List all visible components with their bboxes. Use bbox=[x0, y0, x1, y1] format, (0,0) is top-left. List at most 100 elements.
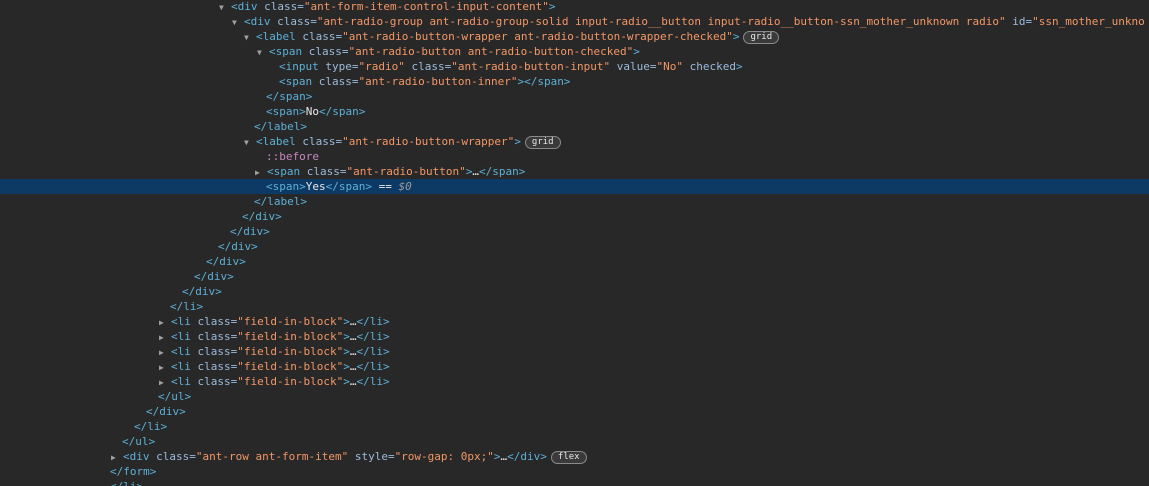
dom-tree-row[interactable]: </li> bbox=[0, 299, 1149, 314]
tag-token: </div> bbox=[206, 255, 246, 268]
attr-value-token: "ant-radio-button" bbox=[346, 165, 466, 178]
tag-token: <label bbox=[256, 135, 303, 148]
expand-triangle-icon[interactable]: ▼ bbox=[257, 45, 269, 60]
attr-name-token: class= bbox=[197, 315, 238, 328]
tag-token: </span> bbox=[478, 165, 526, 178]
tag-token: </div> bbox=[194, 270, 234, 283]
tag-token: <li bbox=[171, 315, 198, 328]
attr-name-token: class= bbox=[197, 345, 238, 358]
dom-tree-row[interactable]: </label> bbox=[0, 194, 1149, 209]
tag-token: </span> bbox=[266, 90, 313, 103]
tag-token: > bbox=[633, 45, 640, 58]
dom-tree-row[interactable]: ▼ <div class="ant-radio-group ant-radio-g… bbox=[0, 14, 1149, 29]
attr-value-token: "No" bbox=[656, 60, 684, 73]
tag-token: </li> bbox=[170, 300, 204, 313]
collapse-triangle-icon[interactable]: ▶ bbox=[159, 345, 171, 360]
dom-tree-row[interactable]: </ul> bbox=[0, 434, 1149, 449]
attr-value-token: "ant-radio-button-inner" bbox=[358, 75, 518, 88]
dom-tree-row[interactable]: </li> bbox=[0, 479, 1149, 486]
collapse-triangle-icon[interactable]: ▶ bbox=[111, 450, 123, 465]
dom-tree-row[interactable]: <input type="radio" class="ant-radio-but… bbox=[0, 59, 1149, 74]
attr-value-token: "field-in-block" bbox=[237, 345, 344, 358]
tag-token: > bbox=[736, 60, 743, 73]
dom-tree-row[interactable]: </span> bbox=[0, 89, 1149, 104]
dom-tree-row[interactable]: </div> bbox=[0, 239, 1149, 254]
tag-token: </div> bbox=[230, 225, 270, 238]
pseudo-element-token: ::before bbox=[266, 150, 319, 163]
dom-tree-row[interactable]: ▶ <li class="field-in-block">…</li> bbox=[0, 344, 1149, 359]
tag-token: <div bbox=[231, 0, 265, 13]
collapse-triangle-icon[interactable]: ▶ bbox=[159, 330, 171, 345]
collapse-triangle-icon[interactable]: ▶ bbox=[159, 315, 171, 330]
tag-token: > bbox=[514, 135, 521, 148]
tag-token: </ul> bbox=[158, 390, 192, 403]
dom-tree-row[interactable]: </ul> bbox=[0, 389, 1149, 404]
flex-badge[interactable]: flex bbox=[550, 451, 587, 464]
attr-name-token: class= bbox=[302, 135, 343, 148]
dom-tree-row[interactable]: </li> bbox=[0, 419, 1149, 434]
tag-token: > bbox=[343, 315, 350, 328]
tag-token: </form> bbox=[110, 465, 157, 478]
attr-name-token: style= bbox=[348, 450, 395, 463]
expand-triangle-icon[interactable]: ▼ bbox=[219, 0, 231, 15]
attr-value-token: "row-gap: 0px;" bbox=[394, 450, 494, 463]
tag-token: <input bbox=[279, 60, 326, 73]
dom-tree-row[interactable]: ▶ <li class="field-in-block">…</li> bbox=[0, 314, 1149, 329]
console-ref-token: $0 bbox=[398, 180, 412, 193]
dom-tree-row[interactable]: <span class="ant-radio-button-inner"></s… bbox=[0, 74, 1149, 89]
dom-tree-row[interactable]: </label> bbox=[0, 119, 1149, 134]
dom-tree-row[interactable]: <span>No</span> bbox=[0, 104, 1149, 119]
tag-token: </ul> bbox=[122, 435, 156, 448]
tag-token: <span bbox=[269, 45, 309, 58]
dom-tree-row[interactable]: ▶ <span class="ant-radio-button">…</span> bbox=[0, 164, 1149, 179]
attr-name-token: class= bbox=[277, 15, 317, 28]
dom-tree-row[interactable]: ▶ <div class="ant-row ant-form-item" styl… bbox=[0, 449, 1149, 464]
dom-tree-row[interactable]: ▶ <li class="field-in-block">…</li> bbox=[0, 329, 1149, 344]
dom-tree-row[interactable]: </div> bbox=[0, 284, 1149, 299]
tag-token: </li> bbox=[356, 330, 390, 343]
collapse-triangle-icon[interactable]: ▶ bbox=[159, 375, 171, 390]
tag-token: </li> bbox=[356, 315, 390, 328]
attr-value-token: "ant-radio-group ant-radio-group-solid i… bbox=[316, 15, 1006, 28]
attr-name-token: value= bbox=[610, 60, 657, 73]
attr-name-token: class= bbox=[404, 60, 452, 73]
tag-token: </label> bbox=[254, 120, 307, 133]
dom-tree-row[interactable]: ::before bbox=[0, 149, 1149, 164]
dom-tree-row[interactable]: </div> bbox=[0, 404, 1149, 419]
dom-tree-row[interactable]: </div> bbox=[0, 269, 1149, 284]
collapse-triangle-icon[interactable]: ▶ bbox=[255, 165, 267, 180]
dom-tree-row[interactable]: ▶ <li class="field-in-block">…</li> bbox=[0, 374, 1149, 389]
attr-name-token: class= bbox=[197, 330, 238, 343]
attr-name-token: class= bbox=[156, 450, 196, 463]
dom-tree-row-selected[interactable]: <span>Yes</span> == $0 bbox=[0, 179, 1149, 194]
expand-triangle-icon[interactable]: ▼ bbox=[244, 30, 256, 45]
grid-badge[interactable]: grid bbox=[743, 31, 780, 44]
tag-token: <li bbox=[171, 360, 198, 373]
collapse-triangle-icon[interactable]: ▶ bbox=[159, 360, 171, 375]
expand-triangle-icon[interactable]: ▼ bbox=[232, 15, 244, 30]
attr-name-token: type= bbox=[325, 60, 359, 73]
dom-tree-row[interactable]: ▼ <span class="ant-radio-button ant-radio… bbox=[0, 44, 1149, 59]
attr-name-token: id= bbox=[1005, 15, 1033, 28]
dom-tree-row[interactable]: </div> bbox=[0, 209, 1149, 224]
tag-token: > bbox=[343, 345, 350, 358]
attr-name-token: checked bbox=[683, 60, 736, 73]
tag-token: </li> bbox=[356, 345, 390, 358]
tag-token: <div bbox=[123, 450, 157, 463]
expand-triangle-icon[interactable]: ▼ bbox=[244, 135, 256, 150]
dom-tree-row[interactable]: </div> bbox=[0, 224, 1149, 239]
grid-badge[interactable]: grid bbox=[524, 136, 561, 149]
dom-tree-row[interactable]: ▶ <li class="field-in-block">…</li> bbox=[0, 359, 1149, 374]
text-token: No bbox=[305, 105, 319, 118]
tag-token: <li bbox=[171, 375, 198, 388]
attr-value-token: "field-in-block" bbox=[237, 360, 344, 373]
tag-token: > bbox=[548, 0, 556, 13]
tag-token: </span> bbox=[319, 105, 366, 118]
dom-tree-row[interactable]: ▼ <label class="ant-radio-button-wrapper … bbox=[0, 29, 1149, 44]
tag-token: </li> bbox=[356, 360, 390, 373]
dom-tree-row[interactable]: </form> bbox=[0, 464, 1149, 479]
dom-tree-row[interactable]: ▼ <div class="ant-form-item-control-input… bbox=[0, 0, 1149, 14]
dom-tree-row[interactable]: </div> bbox=[0, 254, 1149, 269]
tag-token: </li> bbox=[110, 480, 143, 486]
dom-tree-row[interactable]: ▼ <label class="ant-radio-button-wrapper"… bbox=[0, 134, 1149, 149]
